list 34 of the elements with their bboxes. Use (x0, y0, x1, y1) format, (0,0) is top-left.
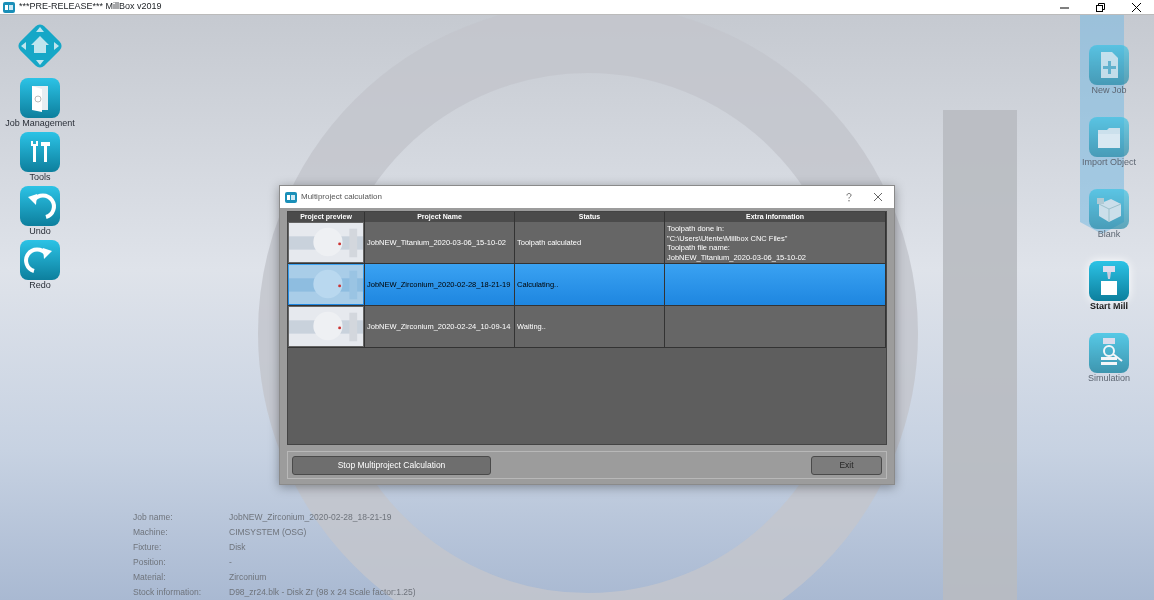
help-icon[interactable] (846, 192, 852, 202)
dialog-title: Multiproject calculation (301, 191, 382, 203)
info-label: Material: (133, 572, 167, 583)
toolbar-label: Redo (29, 280, 51, 291)
toolbar-label: Start Mill (1090, 301, 1128, 312)
info-label: Machine: (133, 527, 169, 538)
toolbar-label: Blank (1097, 229, 1121, 240)
toolbar-label: Undo (29, 226, 51, 237)
window-title: ***PRE-RELEASE*** MillBox v2019 (19, 0, 162, 14)
info-value: JobNEW_Zirconium_2020-02-28_18-21-19 (229, 512, 393, 523)
door-icon[interactable] (20, 78, 60, 118)
app-icon (285, 191, 297, 203)
folder-icon[interactable] (1089, 117, 1129, 157)
info-value: CIMSYSTEM (OSG) (229, 527, 308, 538)
toolbar-label: Simulation (1088, 373, 1130, 384)
info-value: D98_zr24.blk - Disk Zr (98 x 24 Scale factor:1.25) (229, 587, 417, 598)
close-icon[interactable] (1131, 2, 1141, 12)
magnifier-machine-icon[interactable] (1089, 333, 1129, 373)
stop-button[interactable]: Stop Multiproject Calculation (292, 455, 491, 475)
info-value: Disk (229, 542, 247, 553)
wrench-hammer-icon[interactable] (20, 132, 60, 172)
new-document-icon[interactable] (1089, 45, 1129, 85)
info-label: Stock information: (133, 587, 203, 598)
info-value: - (229, 557, 233, 568)
toolbar-label: New Job (1091, 85, 1127, 96)
info-label: Job name: (133, 512, 174, 523)
toolbar-label: Tools (29, 172, 51, 183)
toolbar-label: Job Management (5, 118, 75, 129)
info-value: Zirconium (229, 572, 268, 583)
info-label: Fixture: (133, 542, 163, 553)
info-label: Position: (133, 557, 167, 568)
toolbar-label: Import Object (1082, 157, 1136, 168)
milling-machine-icon[interactable] (1089, 261, 1129, 301)
restore-icon[interactable] (1095, 2, 1105, 12)
